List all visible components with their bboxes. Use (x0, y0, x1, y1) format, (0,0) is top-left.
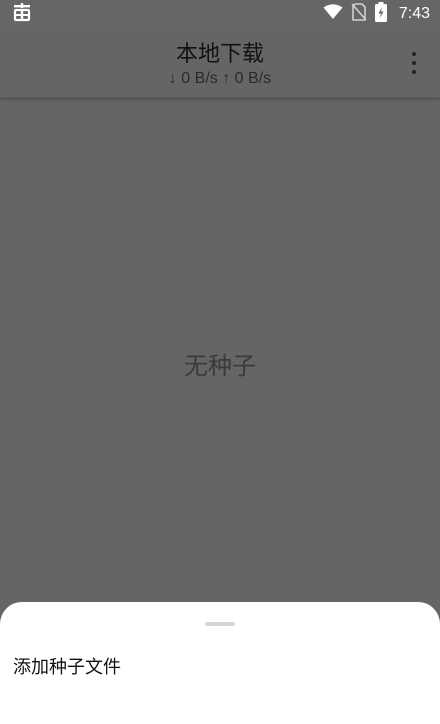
add-torrent-file-item[interactable]: 添加种子文件 (0, 642, 440, 690)
transfer-speed: ↓ 0 B/s ↑ 0 B/s (168, 70, 272, 87)
menu-dot (412, 70, 416, 74)
status-bar: 7:43 (0, 0, 440, 28)
no-sim-icon (351, 3, 367, 25)
wifi-icon (323, 4, 343, 24)
bottom-sheet: 添加种子文件 (0, 602, 440, 724)
status-icons: 7:43 (323, 2, 430, 26)
drag-handle[interactable] (205, 622, 235, 626)
app-bar: 本地下载 ↓ 0 B/s ↑ 0 B/s (0, 28, 440, 98)
menu-dot (412, 52, 416, 56)
empty-state-message: 无种子 (184, 352, 256, 380)
battery-charging-icon (374, 2, 387, 26)
status-time: 7:43 (398, 5, 430, 22)
app-notification-icon (12, 2, 32, 26)
more-vert-icon[interactable] (402, 50, 426, 76)
menu-dot (412, 61, 416, 65)
page-title: 本地下载 (175, 42, 264, 67)
